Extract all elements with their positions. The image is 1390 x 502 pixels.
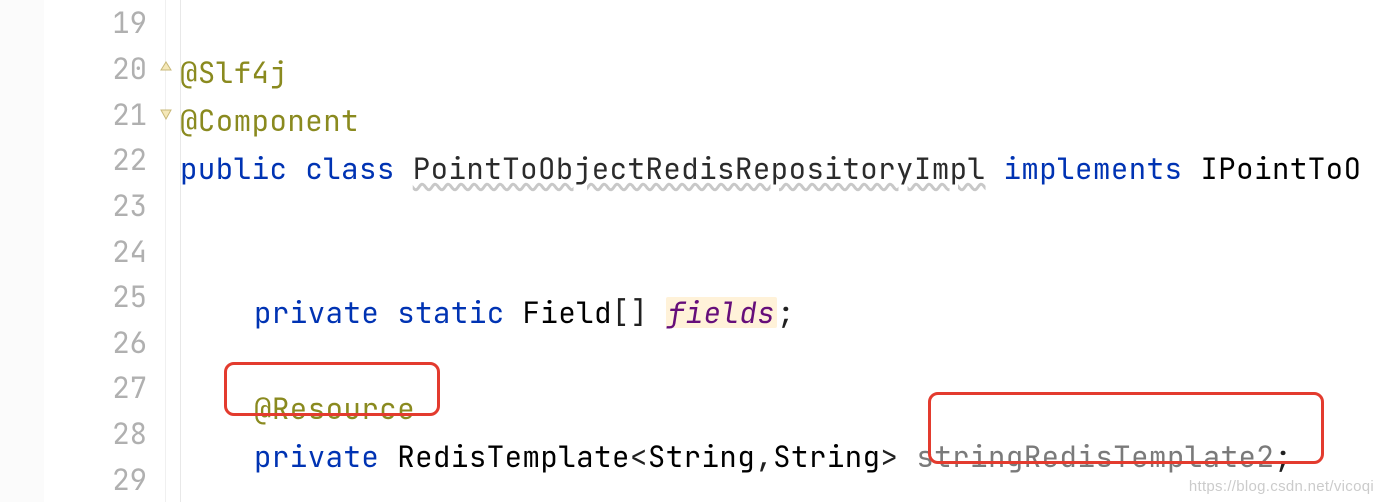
gutter-row[interactable]: 21: [0, 91, 165, 137]
type-redistemplate: RedisTemplate: [397, 442, 630, 471]
field-name-static: fields: [666, 297, 777, 328]
line-number: 19: [112, 8, 147, 37]
interface-name: IPointToO: [1200, 154, 1361, 183]
line-number: 22: [112, 145, 147, 174]
code-line[interactable]: private RedisTemplate<String,String> str…: [180, 432, 1390, 480]
line-number: 26: [112, 328, 147, 357]
code-line[interactable]: [180, 0, 1390, 48]
line-number: 27: [112, 373, 147, 402]
brackets: []: [612, 298, 648, 327]
keyword-implements: implements: [1003, 154, 1182, 183]
line-number: 25: [112, 282, 147, 311]
line-number: 28: [112, 419, 147, 448]
generic-close: >: [881, 442, 899, 471]
keyword-static: static: [397, 298, 504, 327]
semicolon: ;: [777, 298, 795, 327]
generic-arg: String: [648, 442, 755, 471]
gutter-row[interactable]: 28: [0, 411, 165, 457]
annotation-slf4j: @Slf4j: [180, 58, 287, 87]
gutter-row[interactable]: 23: [0, 183, 165, 229]
keyword-public: public: [180, 154, 287, 183]
class-name: PointToObjectRedisRepositoryImpl: [413, 154, 986, 183]
generic-arg: String: [773, 442, 880, 471]
code-line[interactable]: @Resource: [180, 384, 1390, 432]
gutter-row[interactable]: 25: [0, 274, 165, 320]
fold-down-icon[interactable]: [158, 105, 174, 123]
line-number: 29: [112, 465, 147, 494]
gutter: 19 20 21 22 23 24 25 26 27: [0, 0, 166, 502]
keyword-class: class: [305, 154, 395, 183]
type-field: Field: [523, 298, 613, 327]
gutter-row[interactable]: 29: [0, 456, 165, 502]
gutter-row[interactable]: 22: [0, 137, 165, 183]
comma: ,: [755, 442, 773, 471]
keyword-private: private: [254, 442, 379, 471]
line-number: 24: [112, 237, 147, 266]
code-line[interactable]: public class PointToObjectRedisRepositor…: [180, 144, 1390, 192]
field-name: stringRedisTemplate2: [916, 442, 1274, 471]
code-line[interactable]: [180, 336, 1390, 384]
code-line[interactable]: [180, 240, 1390, 288]
indent-guide: [180, 0, 181, 502]
line-number: 20: [112, 54, 147, 83]
keyword-private: private: [254, 298, 379, 327]
line-number: 23: [112, 191, 147, 220]
gutter-row[interactable]: 27: [0, 365, 165, 411]
code-line[interactable]: private static Field[] fields;: [180, 288, 1390, 336]
annotation-resource: @Resource: [254, 394, 415, 423]
annotation-component: @Component: [180, 106, 359, 135]
fold-up-icon[interactable]: [158, 59, 174, 77]
code-area[interactable]: @Slf4j @Component public class PointToOb…: [166, 0, 1390, 502]
gutter-row[interactable]: 19: [0, 0, 165, 46]
line-number: 21: [112, 100, 147, 129]
generic-open: <: [630, 442, 648, 471]
gutter-row[interactable]: 20: [0, 46, 165, 92]
semicolon: ;: [1274, 442, 1292, 471]
code-line[interactable]: @Slf4j: [180, 48, 1390, 96]
watermark-text: https://blog.csdn.net/vicoqi: [1189, 479, 1374, 494]
code-editor: 19 20 21 22 23 24 25 26 27: [0, 0, 1390, 502]
gutter-row[interactable]: 24: [0, 228, 165, 274]
code-line[interactable]: @Component: [180, 96, 1390, 144]
code-line[interactable]: [180, 192, 1390, 240]
gutter-row[interactable]: 26: [0, 319, 165, 365]
